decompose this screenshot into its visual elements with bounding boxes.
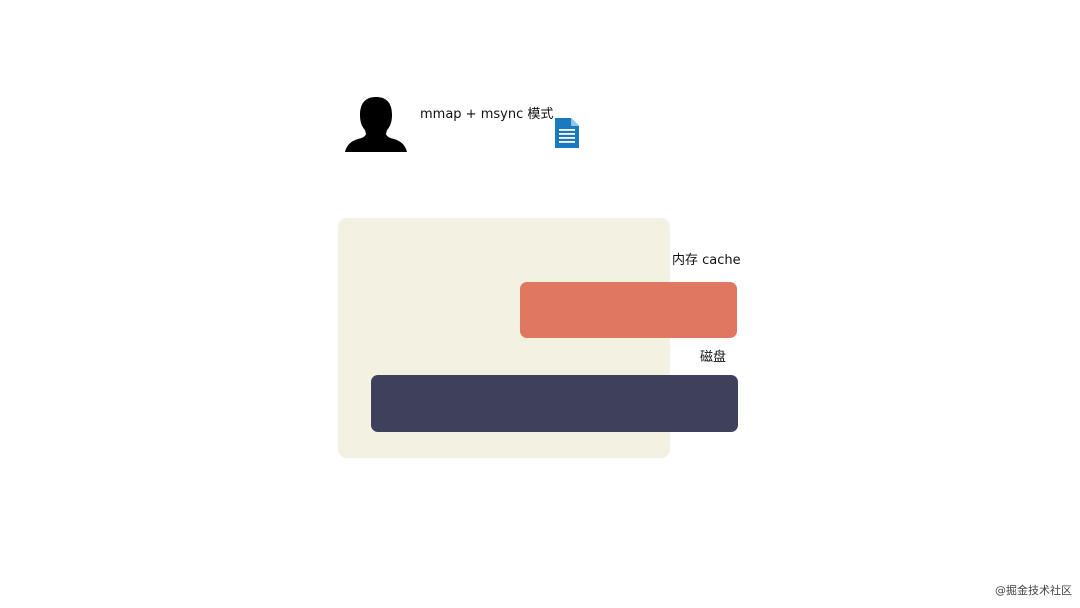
cache-bar bbox=[520, 282, 737, 338]
document-icon-line bbox=[559, 133, 575, 135]
document-icon bbox=[555, 118, 579, 148]
document-icon-line bbox=[559, 137, 575, 139]
mode-label: mmap + msync 模式 bbox=[420, 107, 554, 122]
disk-label: 磁盘 bbox=[700, 350, 727, 365]
document-icon-fold bbox=[571, 118, 579, 126]
user-silhouette-shape bbox=[345, 97, 407, 152]
watermark: @掘金技术社区 bbox=[995, 584, 1072, 597]
cache-label: 内存 cache bbox=[672, 253, 741, 268]
disk-bar bbox=[371, 375, 738, 432]
user-silhouette-icon bbox=[345, 97, 407, 152]
document-icon-line bbox=[559, 129, 575, 131]
document-icon-line bbox=[559, 141, 575, 143]
